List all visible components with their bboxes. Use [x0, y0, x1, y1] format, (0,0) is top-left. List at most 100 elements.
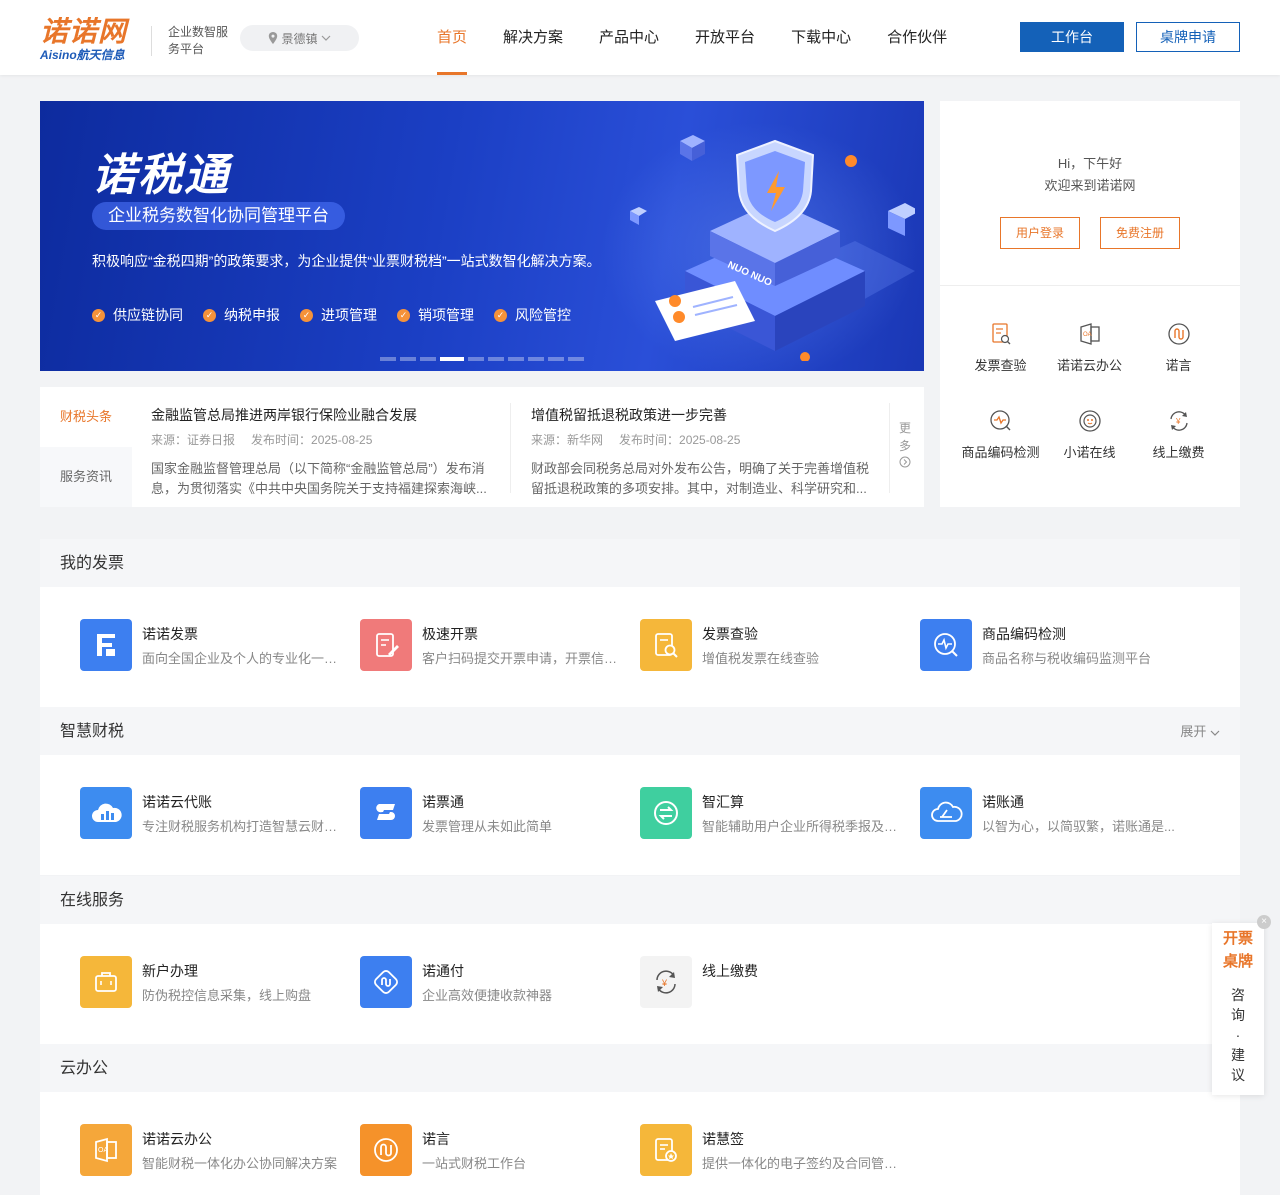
hero-banner[interactable]: 诺税通 企业税务数智化协同管理平台 积极响应“金税四期”的政策要求，为企业提供“…: [40, 101, 924, 371]
app-card[interactable]: 诺慧签 提供一体化的电子签约及合同管理...: [640, 1124, 910, 1178]
app-card[interactable]: 诺票通 发票管理从未如此简单: [360, 787, 630, 841]
close-icon[interactable]: ×: [1257, 915, 1271, 929]
location-selector[interactable]: 景德镇: [240, 25, 359, 51]
app-icon-bg: [360, 956, 412, 1008]
carousel-dot[interactable]: [468, 357, 484, 361]
app-card[interactable]: 诺诺发票 面向全国企业及个人的专业化一站式...: [80, 619, 350, 673]
expand-toggle[interactable]: 展开: [1180, 707, 1220, 757]
app-card[interactable]: 智汇算 智能辅助用户企业所得税季报及年报...: [640, 787, 910, 841]
news-more-link[interactable]: 更多: [897, 419, 913, 473]
float-title-line-1: 开票: [1222, 930, 1253, 947]
app-description: 智能财税一体化办公协同解决方案: [142, 1156, 338, 1171]
quick-link-label: 小诺在线: [1063, 445, 1116, 460]
quick-links: 发票查验 OA 诺诺云办公 诺言 商品编码检测 小诺在线 ¥ 线上缴费: [956, 321, 1224, 461]
section-header: 云办公: [40, 1044, 1240, 1092]
section-header: 我的发票: [40, 539, 1240, 587]
invoice-verify-icon: [655, 633, 678, 658]
app-card[interactable]: 诺言 一站式财税工作台: [360, 1124, 630, 1178]
app-card[interactable]: ¥ 线上缴费: [640, 956, 910, 1010]
app-card[interactable]: OA 诺诺云办公 智能财税一体化办公协同解决方案: [80, 1124, 350, 1178]
app-icon-bg: [920, 619, 972, 671]
quick-link-nuoyan[interactable]: 诺言: [1134, 321, 1223, 374]
online-payment-icon: ¥: [656, 970, 676, 994]
carousel-dot[interactable]: [380, 357, 396, 361]
app-name: 智汇算: [702, 794, 744, 810]
app-card[interactable]: 新户办理 防伪税控信息采集，线上购盘: [80, 956, 350, 1010]
quick-link-invoice-check[interactable]: 发票查验: [956, 321, 1045, 374]
news-meta: 来源：新华网 发布时间：2025-08-25: [531, 431, 871, 449]
register-button[interactable]: 免费注册: [1100, 217, 1180, 249]
app-card[interactable]: 诺诺云代账 专注财税服务机构打造智慧云财务...: [80, 787, 350, 841]
app-card[interactable]: 商品编码检测 商品名称与税收编码监测平台: [920, 619, 1190, 673]
carousel-dot[interactable]: [528, 357, 544, 361]
news-item[interactable]: 增值税留抵退税政策进一步完善 来源：新华网 发布时间：2025-08-25 财政部…: [531, 405, 871, 499]
feature-label: 纳税申报: [224, 307, 280, 323]
floating-consult-panel[interactable]: 开票 桌牌 咨询·建议: [1212, 923, 1264, 1095]
nuopiaotong-icon: [376, 804, 395, 820]
app-card[interactable]: 诺账通 以智为心，以简驭繁，诺账通是...: [920, 787, 1190, 841]
quick-link-cloud-office[interactable]: OA 诺诺云办公: [1045, 321, 1134, 374]
app-description: 智能辅助用户企业所得税季报及年报...: [702, 819, 902, 834]
quick-link-label: 线上缴费: [1152, 445, 1205, 460]
section-header: 智慧财税 展开: [40, 707, 1240, 755]
news-title[interactable]: 增值税留抵退税政策进一步完善: [531, 405, 871, 425]
quick-link-label: 商品编码检测: [961, 445, 1040, 460]
nav-products[interactable]: 产品中心: [599, 0, 659, 75]
app-card[interactable]: 极速开票 客户扫码提交开票申请，开票信息...: [360, 619, 630, 673]
banner-title: 诺税通: [92, 151, 230, 200]
section-online-services: 在线服务 新户办理 防伪税控信息采集，线上购盘 诺通付 企业高效便捷收款神器 ¥…: [40, 876, 1240, 1044]
banner-feature: ✓ 纳税申报: [203, 305, 280, 325]
nav-solutions[interactable]: 解决方案: [503, 0, 563, 75]
login-button[interactable]: 用户登录: [1000, 217, 1080, 249]
logo-sub-text: Aisino航天信息: [40, 48, 125, 62]
quick-link-chat-bot[interactable]: 小诺在线: [1045, 408, 1134, 461]
banner-subtitle: 企业税务数智化协同管理平台: [92, 202, 345, 230]
app-description: 以智为心，以简驭繁，诺账通是...: [982, 819, 1175, 834]
app-name: 诺诺发票: [142, 626, 198, 642]
float-title[interactable]: 开票 桌牌: [1212, 927, 1264, 973]
nav-open-platform[interactable]: 开放平台: [695, 0, 755, 75]
check-icon: ✓: [300, 308, 313, 322]
news-meta: 来源：证券日报 发布时间：2025-08-25: [151, 431, 491, 449]
app-description: 发票管理从未如此简单: [422, 819, 553, 834]
carousel-dot[interactable]: [420, 357, 436, 361]
quick-link-code-detect[interactable]: 商品编码检测: [956, 408, 1045, 461]
news-title[interactable]: 金融监管总局推进两岸银行保险业融合发展: [151, 405, 491, 425]
section-body: 诺诺云代账 专注财税服务机构打造智慧云财务... 诺票通 发票管理从未如此简单 …: [40, 755, 1240, 875]
news-summary: 国家金融监督管理总局（以下简称“金融监管总局”）发布消息，为贯彻落实《中共中央国…: [151, 461, 487, 496]
app-card[interactable]: 诺通付 企业高效便捷收款神器: [360, 956, 630, 1010]
quick-link-payment[interactable]: ¥ 线上缴费: [1134, 408, 1223, 461]
tab-tax-headlines[interactable]: 财税头条: [40, 387, 132, 447]
carousel-dot[interactable]: [548, 357, 564, 361]
carousel-dot[interactable]: [508, 357, 524, 361]
nuozhangtong-icon: [931, 801, 963, 822]
nav-partners[interactable]: 合作伙伴: [887, 0, 947, 75]
news-item[interactable]: 金融监管总局推进两岸银行保险业融合发展 来源：证券日报 发布时间：2025-08-…: [151, 405, 491, 499]
app-icon-bg: [360, 1124, 412, 1176]
app-name: 极速开票: [422, 626, 478, 642]
app-name: 新户办理: [142, 963, 198, 979]
apply-nameplate-button[interactable]: 桌牌申请: [1136, 22, 1240, 52]
carousel-dot[interactable]: [488, 357, 504, 361]
news-divider: [889, 403, 890, 493]
feature-label: 风险管控: [515, 307, 571, 323]
app-description: 客户扫码提交开票申请，开票信息...: [422, 651, 622, 666]
nav-downloads[interactable]: 下载中心: [791, 0, 851, 75]
check-icon: ✓: [397, 308, 410, 322]
workbench-button[interactable]: 工作台: [1020, 22, 1124, 52]
carousel-dot[interactable]: [568, 357, 584, 361]
app-card[interactable]: 发票查验 增值税发票在线查验: [640, 619, 910, 673]
banner-features: ✓ 供应链协同 ✓ 纳税申报 ✓ 进项管理 ✓ 销项管理 ✓ 风险管控: [92, 305, 591, 325]
site-logo[interactable]: 诺诺网 Aisino航天信息: [40, 16, 135, 64]
section-my-invoices: 我的发票 诺诺发票 面向全国企业及个人的专业化一站式... 极速开票 客户扫码提…: [40, 539, 1240, 707]
section-body: OA 诺诺云办公 智能财税一体化办公协同解决方案 诺言 一站式财税工作台 诺慧签…: [40, 1092, 1240, 1195]
carousel-dot[interactable]: [400, 357, 416, 361]
carousel-dot-active[interactable]: [440, 357, 464, 361]
float-consult-text[interactable]: 咨询·建议: [1212, 985, 1264, 1085]
cloud-office-icon: OA: [1079, 323, 1100, 345]
nav-home[interactable]: 首页: [437, 0, 468, 75]
payment-icon: ¥: [1169, 411, 1188, 431]
tab-service-news[interactable]: 服务资讯: [40, 447, 132, 507]
app-name: 诺慧签: [702, 1131, 744, 1147]
chevron-down-icon: [1210, 730, 1220, 736]
